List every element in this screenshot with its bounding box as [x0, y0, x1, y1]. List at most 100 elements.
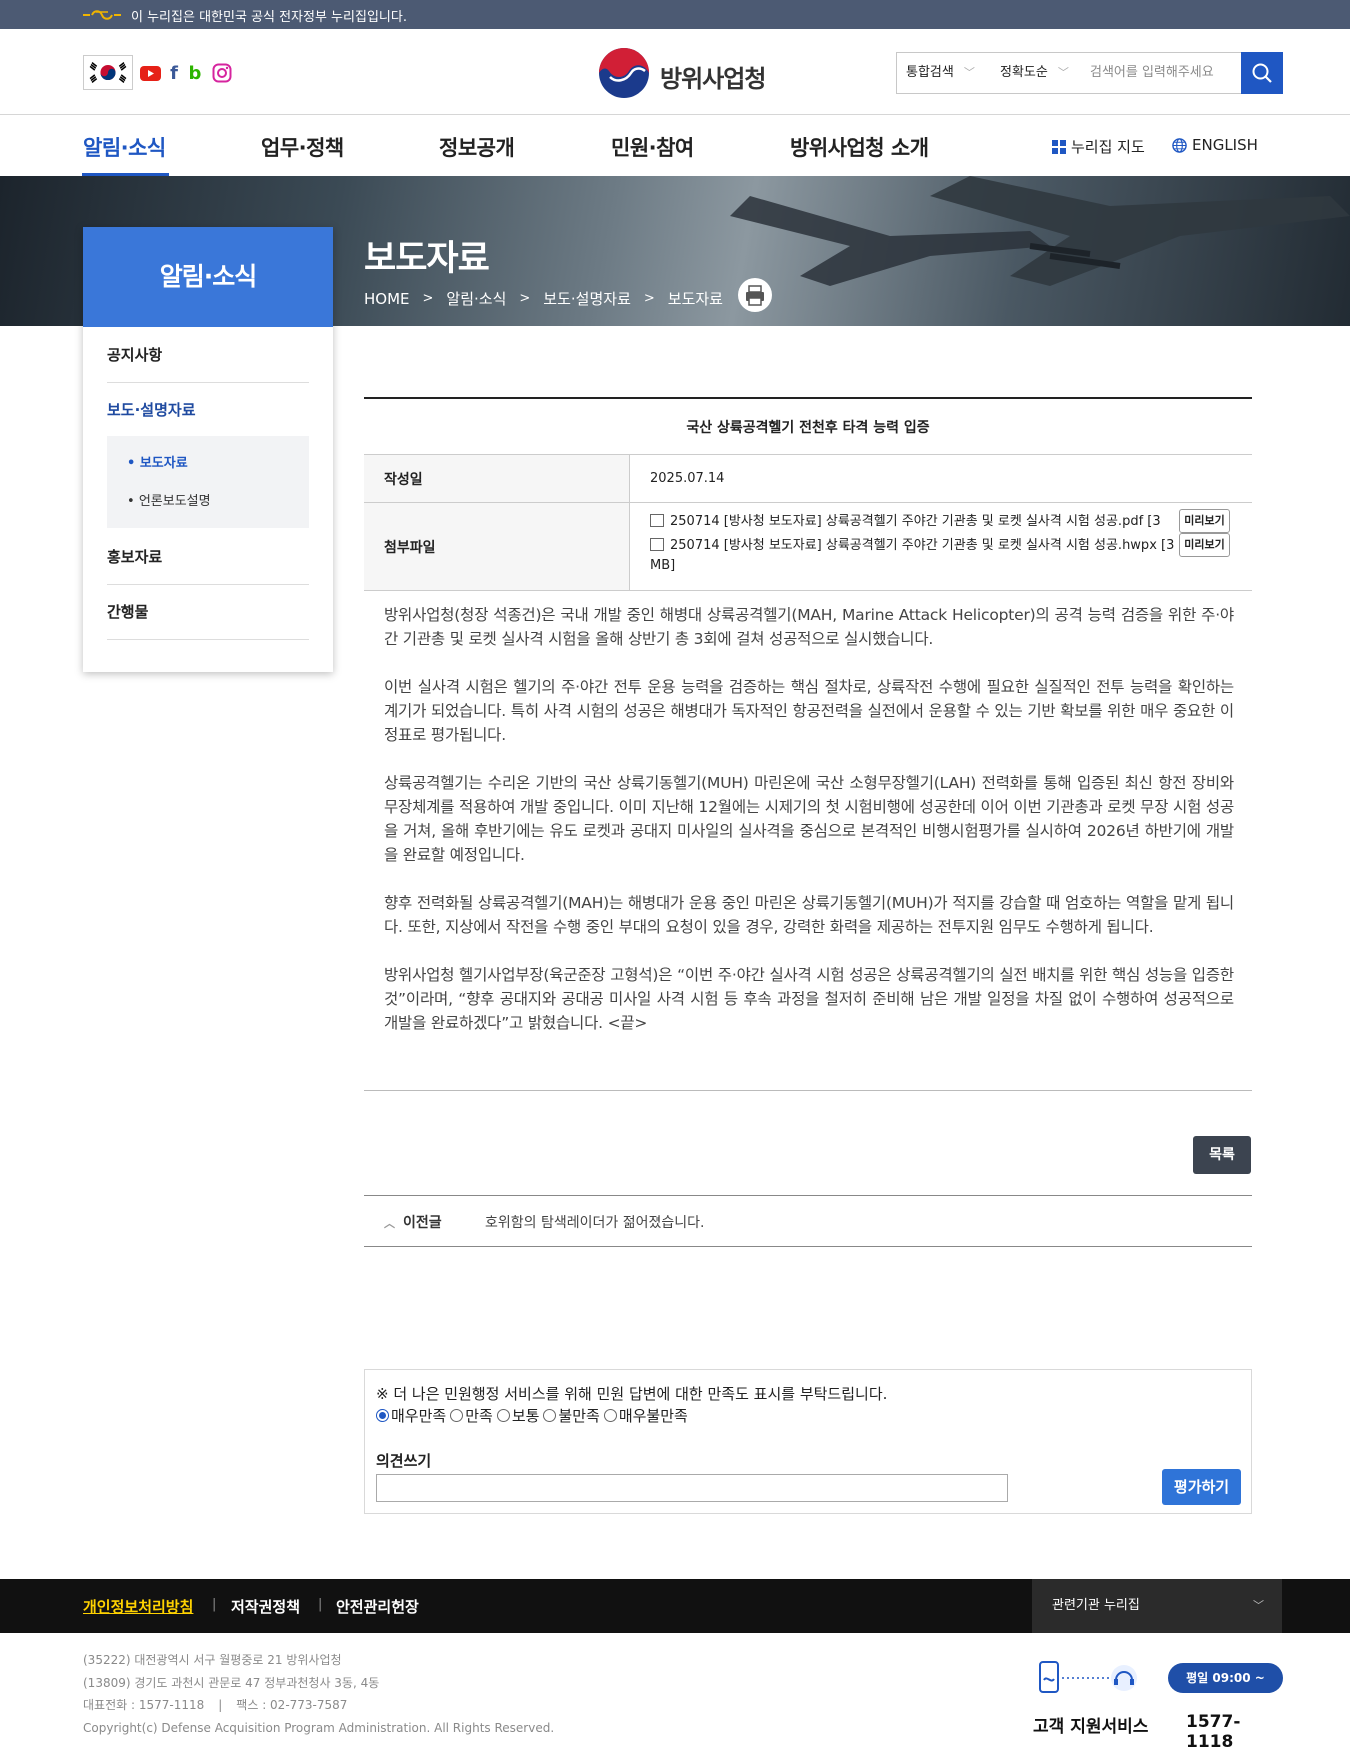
chevron-down-icon: ﹀ [1057, 66, 1069, 79]
youtube-icon[interactable] [139, 63, 161, 83]
nav-information-disclosure[interactable]: 정보공개 [439, 132, 515, 162]
search-input[interactable]: 검색어를 입력해주세요 [1090, 53, 1214, 93]
breadcrumb-press[interactable]: 보도·설명자료 [543, 288, 631, 309]
chevron-up-icon: ︿ [384, 1217, 395, 1230]
previous-post-title[interactable]: 호위함의 탐색레이더가 젊어졌습니다. [485, 1212, 704, 1232]
phone-headset-icon [1039, 1661, 1137, 1693]
breadcrumb-notice-news[interactable]: 알림·소식 [446, 288, 506, 309]
radio-label: 매우불만족 [618, 1407, 688, 1425]
search-bar: 통합검색 ﹀ 정확도순 ﹀ 검색어를 입력해주세요 [896, 52, 1283, 94]
print-button[interactable] [738, 278, 772, 312]
article-paragraph: 향후 전력화될 상륙공격헬기(MAH)는 해병대가 운용 중인 마린온 상륙기동… [384, 894, 1234, 936]
radio-label: 불만족 [558, 1407, 600, 1425]
related-sites-select[interactable]: 관련기관 누리집 ﹀ [1032, 1579, 1282, 1633]
divider [364, 1090, 1252, 1091]
dapa-logo[interactable]: 방위사업청 [598, 47, 773, 103]
article-paragraph: 방위사업청(청장 석종건)은 국내 개발 중인 해병대 상륙공격헬기(MAH, … [384, 606, 1234, 648]
address-daejeon: (35222) 대전광역시 서구 월평중로 21 방위사업청 [83, 1653, 342, 1667]
radio-dissatisfied[interactable] [543, 1409, 557, 1422]
support-phone: 1577-1118 [1186, 1712, 1241, 1752]
instagram-icon[interactable] [211, 63, 233, 83]
list-button[interactable]: 목록 [1193, 1136, 1251, 1174]
facebook-icon[interactable]: f [163, 63, 185, 84]
side-subitem-press-release[interactable]: • 보도자료 [127, 452, 188, 471]
page-title: 보도자료 [364, 239, 490, 279]
preview-button[interactable]: 미리보기 [1179, 533, 1230, 557]
nav-about[interactable]: 방위사업청 소개 [790, 132, 929, 162]
previous-post-label: ︿ 이전글 [384, 1215, 442, 1231]
satisfaction-survey: ※ 더 나은 민원행정 서비스를 위해 민원 답변에 대한 만족도 표시를 부탁… [364, 1369, 1252, 1514]
government-emblem-icon [83, 10, 121, 20]
comment-input[interactable] [376, 1474, 1008, 1502]
article-paragraph: 이번 실사격 시험은 헬기의 주·야간 전투 운용 능력을 검증하는 핵심 절차… [384, 678, 1234, 744]
side-item-publications[interactable]: 간행물 [107, 601, 309, 640]
english-link[interactable]: ENGLISH [1172, 136, 1258, 154]
preview-button[interactable]: 미리보기 [1179, 509, 1230, 533]
nav-civil-participation[interactable]: 민원·참여 [611, 132, 694, 162]
customer-support-title: 고객 지원서비스 [1033, 1717, 1149, 1737]
side-nav-title: 알림·소식 [83, 227, 333, 327]
side-navigation: 알림·소식 공지사항 보도·설명자료 • 보도자료 • 언론보도설명 홍보자료 … [83, 227, 333, 672]
file-icon [650, 538, 664, 551]
side-submenu: • 보도자료 • 언론보도설명 [107, 436, 309, 528]
footer-info: (35222) 대전광역시 서구 월평중로 21 방위사업청 (13809) 경… [83, 1649, 554, 1739]
file-icon [650, 514, 664, 527]
radio-label: 매우만족 [391, 1407, 447, 1425]
article-subject: 국산 상륙공격헬기 전천후 타격 능력 입증 [364, 399, 1252, 455]
divider: | [318, 1597, 323, 1612]
gov-banner-text: 이 누리집은 대한민국 공식 전자정부 누리집입니다. [131, 10, 407, 25]
side-subitem-media-explanation[interactable]: • 언론보도설명 [127, 490, 211, 509]
blog-icon[interactable]: b [184, 63, 206, 84]
search-scope-select[interactable]: 통합검색 ﹀ [906, 53, 975, 93]
attachment-label: 첨부파일 [364, 503, 630, 590]
gov-banner: 이 누리집은 대한민국 공식 전자정부 누리집입니다. [0, 0, 1350, 29]
comment-label: 의견쓰기 [376, 1452, 432, 1470]
taegukgi-flag-icon[interactable] [83, 55, 133, 90]
nav-work-policy[interactable]: 업무·정책 [261, 132, 344, 162]
chevron-down-icon: ﹀ [1253, 1599, 1264, 1612]
article-body: 방위사업청(청장 석종건)은 국내 개발 중인 해병대 상륙공격헬기(MAH, … [384, 603, 1234, 1059]
previous-post[interactable]: ︿ 이전글 호위함의 탐색레이더가 젊어졌습니다. [364, 1195, 1252, 1247]
globe-icon [1172, 137, 1187, 153]
side-item-notice[interactable]: 공지사항 [107, 344, 309, 383]
chevron-down-icon: ﹀ [963, 66, 975, 79]
attachment-file-hwpx[interactable]: 250714 [방사청 보도자료] 상륙공격헬기 주야간 기관총 및 로켓 실사… [650, 536, 1180, 576]
date-value: 2025.07.14 [650, 471, 725, 486]
attachment-row: 첨부파일 250714 [방사청 보도자료] 상륙공격헬기 주야간 기관총 및 … [364, 503, 1252, 591]
breadcrumb: HOME > 알림·소식 > 보도·설명자료 > 보도자료 [364, 288, 723, 309]
search-button[interactable] [1241, 52, 1283, 94]
search-icon [1252, 63, 1272, 83]
side-item-press[interactable]: 보도·설명자료 [107, 399, 309, 439]
main-navigation: 알림·소식 업무·정책 정보공개 민원·참여 방위사업청 소개 누리집 지도 E… [0, 115, 1350, 176]
radio-label: 만족 [465, 1407, 493, 1425]
radio-label: 보통 [511, 1407, 540, 1425]
article-paragraph: 방위사업청 헬기사업부장(육군준장 고형석)은 “이번 주·야간 실사격 시험 … [384, 966, 1234, 1032]
search-sort-select[interactable]: 정확도순 ﹀ [1000, 53, 1069, 93]
radio-neutral[interactable] [496, 1409, 510, 1422]
radio-very-dissatisfied[interactable] [603, 1409, 617, 1422]
side-item-promotion[interactable]: 홍보자료 [107, 546, 309, 585]
chevron-right-icon: > [643, 291, 655, 306]
attachment-file-pdf[interactable]: 250714 [방사청 보도자료] 상륙공격헬기 주야간 기관총 및 로켓 실사… [650, 512, 1180, 532]
survey-options: 매우만족 만족 보통 불만족 매우불만족 [376, 1405, 688, 1426]
footer-links-bar: 개인정보처리방침 | 저작권정책 | 안전관리헌장 관련기관 누리집 ﹀ [0, 1579, 1350, 1633]
sitemap-link[interactable]: 누리집 지도 [1052, 136, 1145, 157]
radio-satisfied[interactable] [450, 1409, 464, 1422]
radio-very-satisfied[interactable] [376, 1409, 389, 1422]
support-hours-badge: 평일 09:00 ~ 18:00 [1168, 1663, 1283, 1715]
breadcrumb-home[interactable]: HOME [364, 290, 410, 308]
submit-rating-button[interactable]: 평가하기 [1162, 1469, 1241, 1505]
article-paragraph: 상륙공격헬기는 수리온 기반의 국산 상륙기동헬기(MUH) 마린온에 국산 소… [384, 774, 1234, 864]
logo-text: 방위사업청 [660, 65, 766, 93]
nav-notice-news[interactable]: 알림·소식 [83, 132, 166, 162]
copyright-text: Copyright(c) Defense Acquisition Program… [83, 1720, 555, 1735]
chevron-right-icon: > [519, 291, 531, 306]
customer-support: 고객 지원서비스 평일 09:00 ~ 18:00 1577-1118 [1030, 1660, 1283, 1752]
divider: | [212, 1597, 217, 1612]
breadcrumb-current[interactable]: 보도자료 [668, 288, 723, 309]
copyright-policy-link[interactable]: 저작권정책 [231, 1596, 300, 1617]
safety-charter-link[interactable]: 안전관리헌장 [336, 1596, 419, 1617]
dapa-emblem-icon [599, 48, 649, 98]
privacy-policy-link[interactable]: 개인정보처리방침 [83, 1596, 193, 1617]
date-label: 작성일 [364, 455, 630, 502]
